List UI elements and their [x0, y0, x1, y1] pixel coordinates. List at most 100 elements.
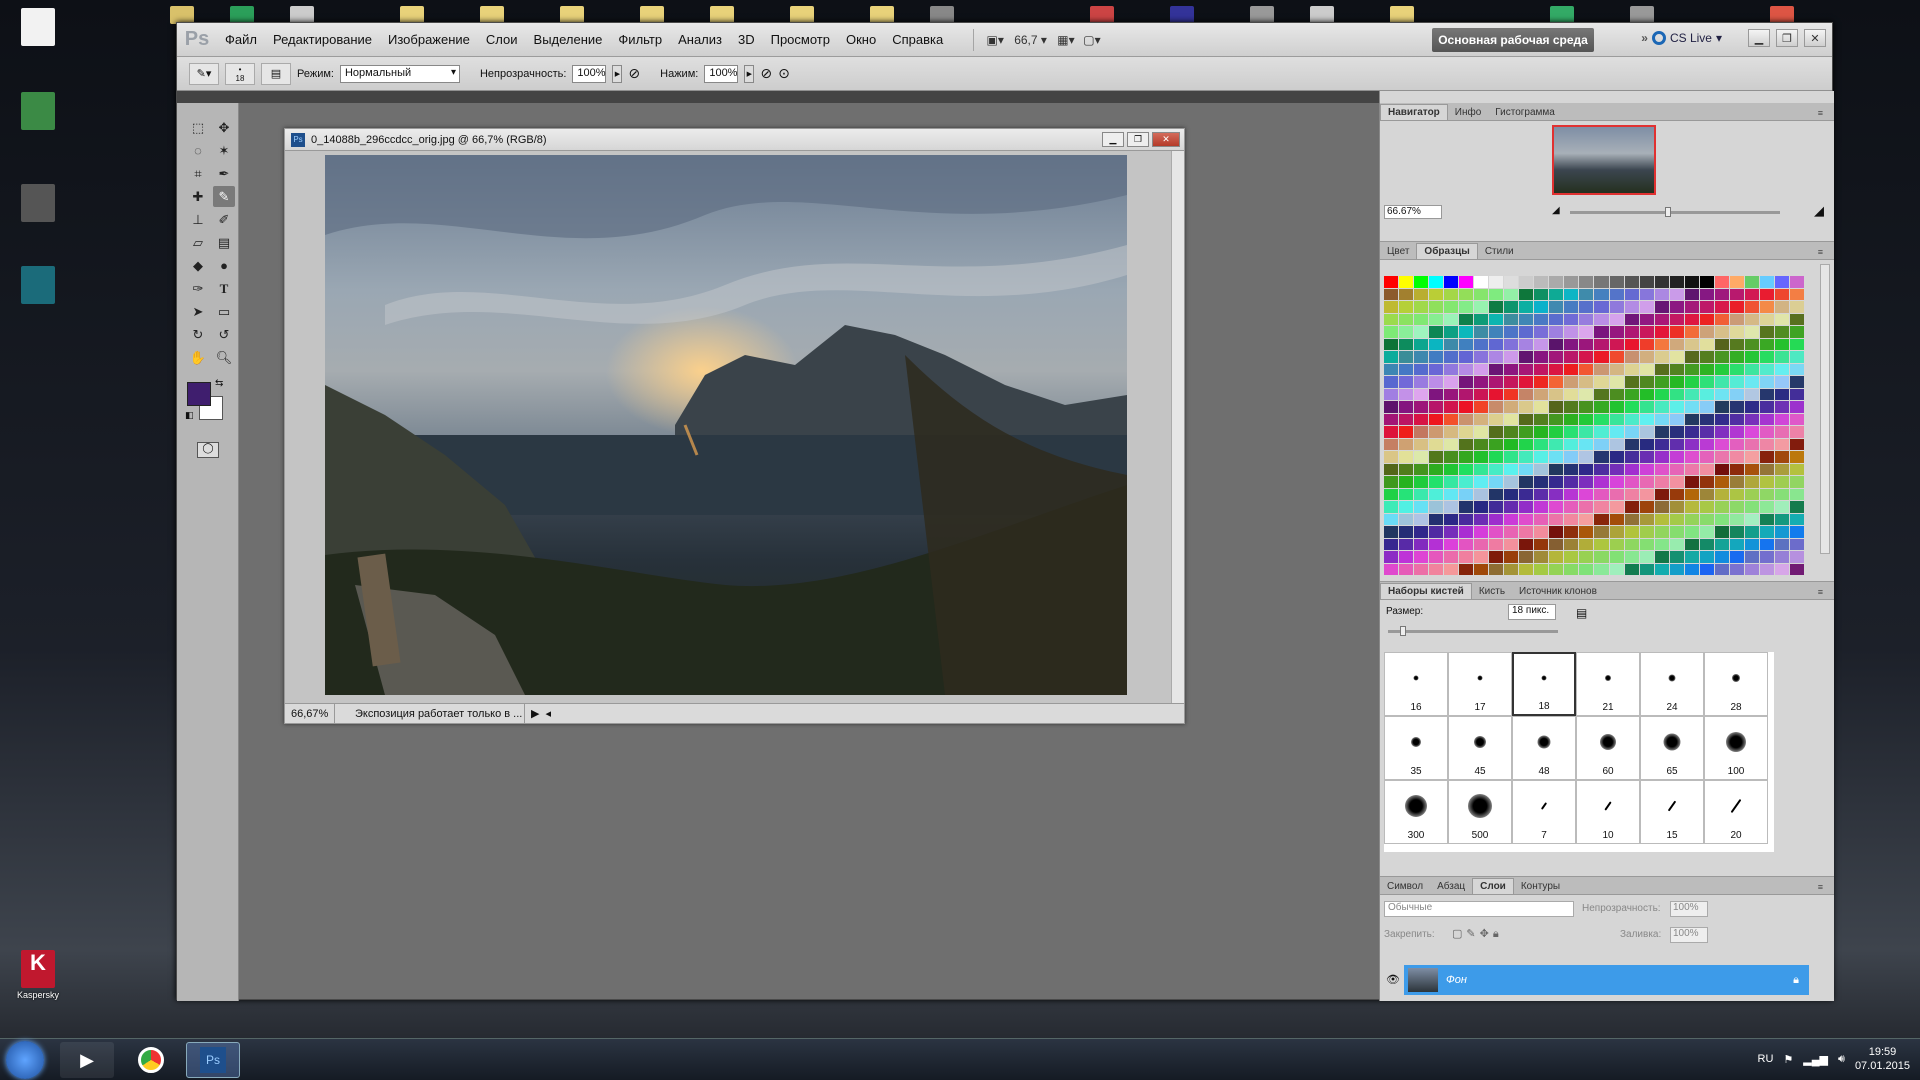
swatch[interactable]: [1459, 313, 1474, 325]
swatch[interactable]: [1474, 313, 1489, 325]
swatch[interactable]: [1774, 301, 1789, 313]
swatch[interactable]: [1774, 551, 1789, 563]
brush-preset[interactable]: 60: [1576, 716, 1640, 780]
swatch[interactable]: [1789, 338, 1804, 350]
swatch[interactable]: [1744, 526, 1759, 538]
swatch[interactable]: [1399, 513, 1414, 525]
swatch[interactable]: [1459, 338, 1474, 350]
swatch[interactable]: [1714, 551, 1729, 563]
swatch[interactable]: [1744, 413, 1759, 425]
swatch[interactable]: [1444, 376, 1459, 388]
brush-picker[interactable]: • 18: [225, 62, 255, 85]
swatch[interactable]: [1729, 451, 1744, 463]
swatch[interactable]: [1534, 551, 1549, 563]
swatch[interactable]: [1414, 551, 1429, 563]
swatch[interactable]: [1729, 538, 1744, 550]
swatch[interactable]: [1594, 313, 1609, 325]
eraser-tool-icon[interactable]: ▱: [187, 232, 209, 253]
swatch[interactable]: [1384, 526, 1399, 538]
swatch[interactable]: [1504, 301, 1519, 313]
swatch[interactable]: [1639, 401, 1654, 413]
swatch[interactable]: [1729, 338, 1744, 350]
swatch[interactable]: [1639, 338, 1654, 350]
swatch[interactable]: [1474, 563, 1489, 575]
brush-preset[interactable]: 100: [1704, 716, 1768, 780]
desktop-icon-app[interactable]: [10, 184, 66, 224]
swatch[interactable]: [1459, 413, 1474, 425]
lasso-tool-icon[interactable]: ◌: [187, 140, 209, 161]
tab-brush[interactable]: Кисть: [1472, 584, 1512, 599]
swatch[interactable]: [1564, 276, 1579, 288]
swatch[interactable]: [1429, 563, 1444, 575]
swatch[interactable]: [1729, 276, 1744, 288]
swatch[interactable]: [1414, 363, 1429, 375]
swatch[interactable]: [1399, 276, 1414, 288]
swatch[interactable]: [1744, 338, 1759, 350]
swatch[interactable]: [1459, 388, 1474, 400]
swatch[interactable]: [1759, 538, 1774, 550]
swatch[interactable]: [1759, 501, 1774, 513]
reset-brush-size-icon[interactable]: ▤: [1576, 606, 1587, 620]
swatch[interactable]: [1714, 276, 1729, 288]
panel-menu-icon[interactable]: ≡: [1811, 585, 1830, 599]
swatch[interactable]: [1399, 501, 1414, 513]
swatch[interactable]: [1774, 488, 1789, 500]
swatch[interactable]: [1384, 513, 1399, 525]
swatch[interactable]: [1474, 276, 1489, 288]
swatch[interactable]: [1744, 301, 1759, 313]
swatch[interactable]: [1624, 276, 1639, 288]
swatch[interactable]: [1624, 351, 1639, 363]
swatch[interactable]: [1564, 463, 1579, 475]
swatch[interactable]: [1699, 401, 1714, 413]
swatch[interactable]: [1429, 438, 1444, 450]
swatch[interactable]: [1654, 488, 1669, 500]
canvas-area[interactable]: [285, 151, 1173, 705]
swatch[interactable]: [1489, 363, 1504, 375]
swatch[interactable]: [1534, 501, 1549, 513]
swatch[interactable]: [1564, 526, 1579, 538]
status-menu-arrow-icon[interactable]: ▶: [525, 707, 545, 720]
swatch[interactable]: [1504, 363, 1519, 375]
swatch[interactable]: [1429, 351, 1444, 363]
swatch[interactable]: [1564, 301, 1579, 313]
swatch[interactable]: [1414, 413, 1429, 425]
swatch[interactable]: [1699, 551, 1714, 563]
swatch[interactable]: [1609, 301, 1624, 313]
brush-preset[interactable]: 500: [1448, 780, 1512, 844]
swatch[interactable]: [1624, 388, 1639, 400]
swatch[interactable]: [1579, 276, 1594, 288]
swatch[interactable]: [1414, 388, 1429, 400]
swatch[interactable]: [1594, 563, 1609, 575]
swatch[interactable]: [1414, 476, 1429, 488]
swatch[interactable]: [1594, 513, 1609, 525]
swatch[interactable]: [1789, 413, 1804, 425]
menu-layers[interactable]: Слои: [478, 32, 526, 47]
flow-slider-arrow[interactable]: ▶: [744, 64, 755, 83]
swatch[interactable]: [1789, 301, 1804, 313]
menu-filter[interactable]: Фильтр: [610, 32, 670, 47]
swatch[interactable]: [1504, 451, 1519, 463]
swatch[interactable]: [1684, 476, 1699, 488]
swatch[interactable]: [1699, 313, 1714, 325]
swatch[interactable]: [1729, 438, 1744, 450]
swatch[interactable]: [1684, 351, 1699, 363]
swatch[interactable]: [1714, 463, 1729, 475]
swatch[interactable]: [1444, 563, 1459, 575]
swatch[interactable]: [1609, 551, 1624, 563]
swatch[interactable]: [1774, 401, 1789, 413]
swatch[interactable]: [1654, 501, 1669, 513]
swatch[interactable]: [1429, 413, 1444, 425]
swatch[interactable]: [1759, 313, 1774, 325]
swatch[interactable]: [1774, 363, 1789, 375]
swatch[interactable]: [1579, 488, 1594, 500]
swatch[interactable]: [1714, 413, 1729, 425]
swatch[interactable]: [1519, 388, 1534, 400]
marquee-tool-icon[interactable]: ⬚: [187, 117, 209, 138]
swatch[interactable]: [1609, 326, 1624, 338]
swatch[interactable]: [1579, 388, 1594, 400]
swatch[interactable]: [1684, 463, 1699, 475]
swatch[interactable]: [1699, 426, 1714, 438]
swatch[interactable]: [1474, 401, 1489, 413]
swatch[interactable]: [1459, 526, 1474, 538]
swatch[interactable]: [1399, 538, 1414, 550]
